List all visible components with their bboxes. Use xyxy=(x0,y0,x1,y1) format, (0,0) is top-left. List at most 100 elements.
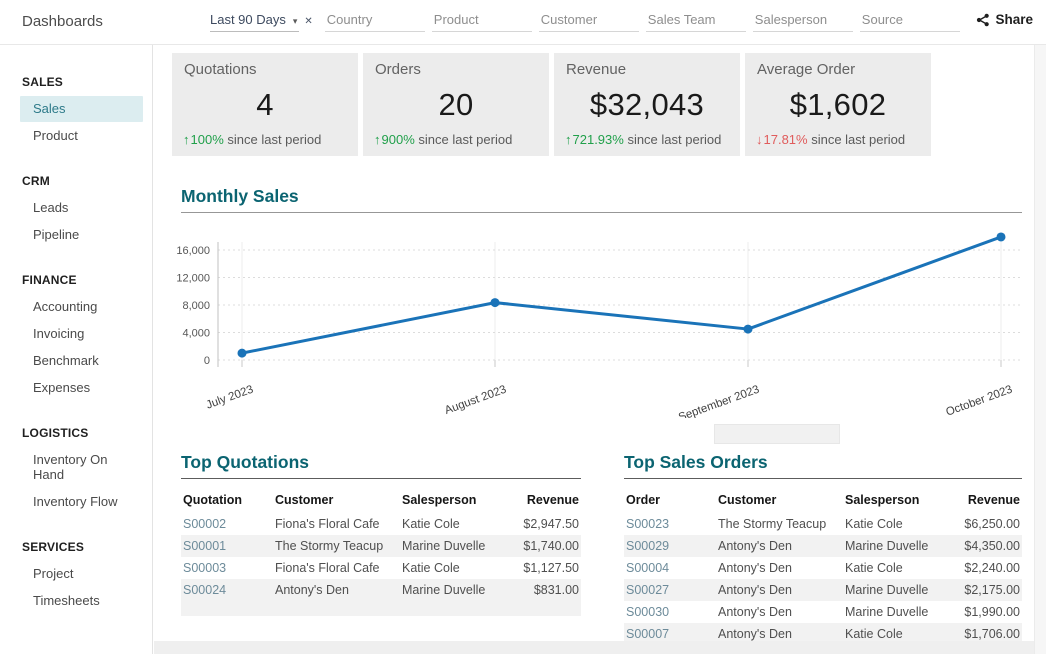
title-underline xyxy=(181,478,581,479)
column-header: Salesperson xyxy=(400,488,516,513)
share-icon xyxy=(976,13,990,27)
revenue-cell: $6,250.00 xyxy=(953,513,1022,535)
order-link[interactable]: S00029 xyxy=(624,535,716,557)
sidebar-item[interactable]: Leads xyxy=(20,195,143,221)
revenue-cell: $1,990.00 xyxy=(953,601,1022,623)
trend-arrow-icon: ↑ xyxy=(374,132,381,147)
svg-text:September 2023: September 2023 xyxy=(677,384,761,418)
salesperson-cell: Katie Cole xyxy=(400,557,516,579)
sidebar-sections: SALES Sales Product CRM Leads Pipe xyxy=(0,75,152,614)
column-header: Quotation xyxy=(181,488,273,513)
top-quotations-title: Top Quotations xyxy=(181,452,581,473)
order-link[interactable]: S00004 xyxy=(624,557,716,579)
svg-text:12,000: 12,000 xyxy=(176,273,210,285)
svg-text:0: 0 xyxy=(204,355,210,367)
revenue-cell: $2,175.00 xyxy=(953,579,1022,601)
top-quotations-block: Top Quotations Quotation Customer Salesp… xyxy=(181,452,581,645)
sidebar-section: LOGISTICS Inventory On Hand Inventory Fl… xyxy=(0,426,152,515)
sidebar-section-label: SALES xyxy=(22,75,152,89)
kpi-cards: Quotations 4 ↑100% since last period Ord… xyxy=(172,53,931,156)
quotation-link[interactable]: S00001 xyxy=(181,535,273,557)
kpi-card: Revenue $32,043 ↑721.93% since last peri… xyxy=(554,53,740,156)
order-link[interactable]: S00027 xyxy=(624,579,716,601)
kpi-card: Average Order $1,602 ↓17.81% since last … xyxy=(745,53,931,156)
column-header: Order xyxy=(624,488,716,513)
top-sales-orders-title: Top Sales Orders xyxy=(624,452,1022,473)
sidebar-item[interactable]: Project xyxy=(20,561,143,587)
salesperson-cell: Marine Duvelle xyxy=(400,535,516,557)
kpi-delta: ↑100% since last period xyxy=(182,132,348,147)
quotation-link[interactable]: S00002 xyxy=(181,513,273,535)
product-filter-input[interactable] xyxy=(432,9,532,32)
kpi-delta: ↑721.93% since last period xyxy=(564,132,730,147)
monthly-sales-title: Monthly Sales xyxy=(181,186,1022,207)
caret-down-icon: ▾ xyxy=(293,16,298,27)
salesperson-filter-input[interactable] xyxy=(753,9,853,32)
salesperson-cell: Marine Duvelle xyxy=(843,535,953,557)
country-filter-input[interactable] xyxy=(325,9,425,32)
sidebar-item[interactable]: Accounting xyxy=(20,294,143,320)
sidebar-item[interactable]: Pipeline xyxy=(20,222,143,248)
customer-cell: Fiona's Floral Cafe xyxy=(273,557,400,579)
quotation-link[interactable]: S00003 xyxy=(181,557,273,579)
kpi-delta-suffix: since last period xyxy=(808,132,906,147)
source-filter-input[interactable] xyxy=(860,9,960,32)
sidebar-item[interactable]: Inventory Flow xyxy=(20,489,143,515)
table-row: S00003 Fiona's Floral Cafe Katie Cole $1… xyxy=(181,557,581,579)
revenue-cell: $1,740.00 xyxy=(516,535,581,557)
kpi-delta-percent: 900% xyxy=(382,132,415,147)
sidebar-section: CRM Leads Pipeline xyxy=(0,174,152,248)
kpi-value: 4 xyxy=(182,78,348,132)
trend-arrow-icon: ↑ xyxy=(565,132,572,147)
chart-scrollbar-thumb[interactable] xyxy=(714,424,840,444)
app-title: Dashboards xyxy=(22,13,103,30)
table-row: S00023 The Stormy Teacup Katie Cole $6,2… xyxy=(624,513,1022,535)
sidebar-item[interactable]: Sales xyxy=(20,96,143,122)
sidebar-item[interactable]: Timesheets xyxy=(20,588,143,614)
column-header: Salesperson xyxy=(843,488,953,513)
sidebar-item[interactable]: Invoicing xyxy=(20,321,143,347)
table-header-row: Quotation Customer Salesperson Revenue xyxy=(181,488,581,513)
sidebar: SALES Sales Product CRM Leads Pipe xyxy=(0,45,153,654)
order-link[interactable]: S00023 xyxy=(624,513,716,535)
table-row: S00024 Antony's Den Marine Duvelle $831.… xyxy=(181,579,581,601)
svg-text:4,000: 4,000 xyxy=(182,328,210,340)
table-row: S00004 Antony's Den Katie Cole $2,240.00 xyxy=(624,557,1022,579)
sales-team-filter-input[interactable] xyxy=(646,9,746,32)
kpi-card: Orders 20 ↑900% since last period xyxy=(363,53,549,156)
kpi-delta-percent: 100% xyxy=(191,132,224,147)
date-filter-facet[interactable]: Last 90 Days ▾ xyxy=(210,9,299,32)
sidebar-item[interactable]: Benchmark xyxy=(20,348,143,374)
customer-filter-input[interactable] xyxy=(539,9,639,32)
salesperson-cell: Katie Cole xyxy=(843,557,953,579)
sidebar-section-label: SERVICES xyxy=(22,540,152,554)
quotation-link[interactable]: S00024 xyxy=(181,579,273,601)
salesperson-cell: Katie Cole xyxy=(843,513,953,535)
sidebar-item[interactable]: Product xyxy=(20,123,143,149)
customer-cell: Antony's Den xyxy=(716,557,843,579)
filter-bar: Last 90 Days ▾ ✕ xyxy=(210,9,967,32)
kpi-delta-suffix: since last period xyxy=(415,132,513,147)
page-background-strip xyxy=(154,641,1034,654)
table-header-row: Order Customer Salesperson Revenue xyxy=(624,488,1022,513)
revenue-cell: $1,127.50 xyxy=(516,557,581,579)
kpi-value: 20 xyxy=(373,78,539,132)
kpi-delta-suffix: since last period xyxy=(224,132,322,147)
share-button[interactable]: Share xyxy=(976,12,1033,27)
column-header: Revenue xyxy=(516,488,581,513)
sidebar-section: SALES Sales Product xyxy=(0,75,152,149)
sidebar-section: SERVICES Project Timesheets xyxy=(0,540,152,614)
vertical-scrollbar[interactable] xyxy=(1034,45,1046,654)
clear-filter-icon[interactable]: ✕ xyxy=(304,16,312,27)
customer-cell: Antony's Den xyxy=(273,579,400,601)
sidebar-item[interactable]: Expenses xyxy=(20,375,143,401)
kpi-delta-suffix: since last period xyxy=(624,132,722,147)
top-bar: Dashboards Last 90 Days ▾ ✕ Share xyxy=(0,0,1046,45)
trend-arrow-icon: ↓ xyxy=(756,132,763,147)
sidebar-item[interactable]: Inventory On Hand xyxy=(20,447,143,488)
table-row: S00002 Fiona's Floral Cafe Katie Cole $2… xyxy=(181,513,581,535)
kpi-card: Quotations 4 ↑100% since last period xyxy=(172,53,358,156)
revenue-cell: $2,240.00 xyxy=(953,557,1022,579)
kpi-delta: ↑900% since last period xyxy=(373,132,539,147)
order-link[interactable]: S00030 xyxy=(624,601,716,623)
